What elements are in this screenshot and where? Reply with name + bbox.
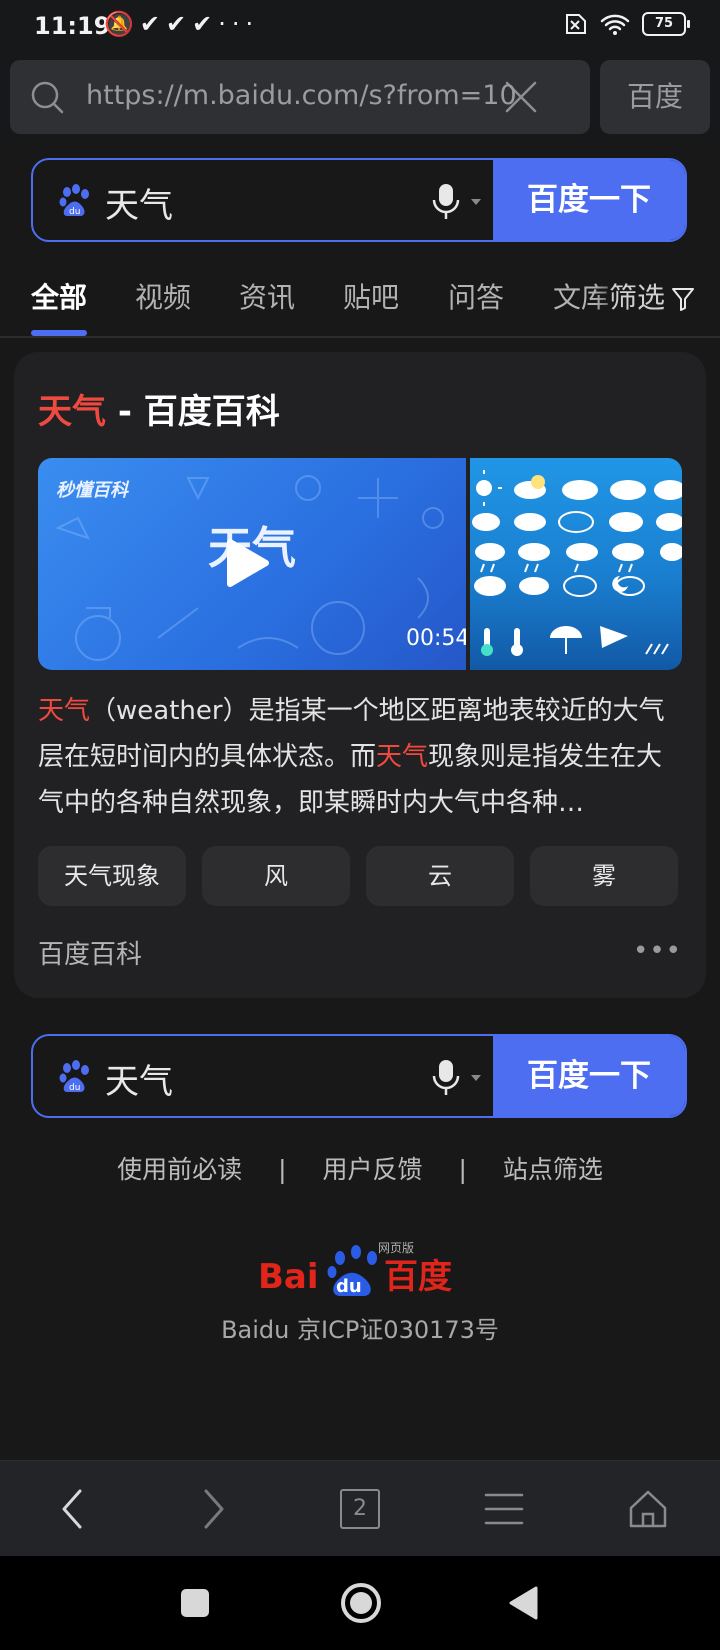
footer-separator: | xyxy=(458,1155,467,1184)
search-box[interactable]: du 天气 百度一下 xyxy=(31,158,687,242)
footer-link-site-filter[interactable]: 站点筛选 xyxy=(503,1155,603,1184)
tab-tieba[interactable]: 贴吧 xyxy=(343,276,399,316)
check-icon: ✔ xyxy=(192,10,219,38)
more-options-icon[interactable]: ••• xyxy=(633,936,682,966)
bottom-search-input[interactable]: 天气 xyxy=(105,1054,173,1103)
system-navigation-bar xyxy=(0,1556,720,1650)
svg-text:du: du xyxy=(69,207,80,217)
check-icon: ✔ xyxy=(166,10,193,38)
bottom-search-box[interactable]: du 天气 百度一下 xyxy=(31,1034,687,1118)
svg-text:百度: 百度 xyxy=(384,1257,452,1297)
baidu-logo: Bai du 百度 网页版 xyxy=(258,1241,452,1297)
icp-license: Baidu 京ICP证030173号 xyxy=(221,1316,499,1344)
result-source[interactable]: 百度百科 xyxy=(38,934,142,971)
back-arrow-icon xyxy=(62,1489,82,1529)
tab-count: 2 xyxy=(340,1489,380,1529)
footer-link-guide[interactable]: 使用前必读 xyxy=(117,1155,242,1184)
chip-weather-phenomena[interactable]: 天气现象 xyxy=(38,846,186,906)
footer-links: 使用前必读 | 用户反馈 | 站点筛选 xyxy=(0,1150,720,1186)
baidu-paw-icon: du xyxy=(59,1060,89,1093)
svg-text:du: du xyxy=(336,1276,362,1297)
video-thumbnail[interactable]: 秒懂百科 天气 00:54 xyxy=(38,458,466,670)
more-notifications-icon: ··· xyxy=(218,10,260,38)
search-button[interactable]: 百度一下 xyxy=(493,160,685,240)
video-watermark: 秒懂百科 xyxy=(56,480,128,501)
footer-link-feedback[interactable]: 用户反馈 xyxy=(322,1155,422,1184)
wifi-icon xyxy=(600,14,630,35)
tab-qa[interactable]: 问答 xyxy=(448,276,504,316)
search-icon xyxy=(31,81,64,114)
chip-wind[interactable]: 风 xyxy=(202,846,350,906)
forward-button[interactable] xyxy=(164,1461,264,1557)
url-text[interactable]: https://m.baidu.com/s?from=1011 xyxy=(86,80,516,111)
svg-text:du: du xyxy=(69,1083,80,1093)
system-back-icon[interactable] xyxy=(508,1586,538,1620)
search-input[interactable]: 天气 xyxy=(105,178,173,227)
result-card: 天气 - 百度百科 秒懂百科 天气 00:54 天气（weather）是指某一个… xyxy=(14,352,706,998)
video-duration: 00:54 xyxy=(406,626,466,651)
chip-fog[interactable]: 雾 xyxy=(530,846,678,906)
result-description: 天气（weather）是指某一个地区距离地表较近的大气层在短时间内的具体状态。而… xyxy=(38,696,665,818)
filter-icon xyxy=(672,288,694,311)
logo-badge: 网页版 xyxy=(378,1241,414,1255)
tab-all[interactable]: 全部 xyxy=(31,276,87,316)
home-button[interactable] xyxy=(598,1461,698,1557)
no-sim-icon xyxy=(566,14,586,34)
menu-icon xyxy=(484,1493,524,1525)
recent-apps-icon[interactable] xyxy=(180,1588,210,1618)
microphone-icon[interactable] xyxy=(429,1060,489,1096)
browser-toolbar: 2 xyxy=(0,1460,720,1557)
related-chips: 天气现象 风 云 雾 xyxy=(38,846,686,906)
tab-news[interactable]: 资讯 xyxy=(239,276,295,316)
check-icon: ✔ xyxy=(139,10,166,38)
filter-label: 筛选 xyxy=(609,281,666,314)
play-icon[interactable] xyxy=(226,538,270,588)
active-tab-indicator xyxy=(31,330,87,336)
svg-text:Bai: Bai xyxy=(258,1257,319,1297)
notification-icons: 🔕✔✔✔··· xyxy=(104,10,259,38)
tab-video[interactable]: 视频 xyxy=(135,276,191,316)
bottom-search-button[interactable]: 百度一下 xyxy=(493,1036,685,1116)
mute-bell-icon: 🔕 xyxy=(104,10,140,38)
back-button[interactable] xyxy=(22,1461,122,1557)
baidu-paw-icon: du xyxy=(59,184,89,217)
weather-icons-grid xyxy=(470,470,682,656)
battery-icon: 75 xyxy=(642,12,690,36)
tabs-button[interactable]: 2 xyxy=(310,1461,410,1557)
filter-button[interactable]: 筛选 xyxy=(595,268,720,332)
home-circle-icon[interactable] xyxy=(340,1582,382,1624)
footer-separator: | xyxy=(278,1155,287,1184)
forward-arrow-icon xyxy=(204,1489,224,1529)
search-tabs: 全部 视频 资讯 贴吧 问答 文库 筛选 xyxy=(0,268,720,338)
result-title[interactable]: 天气 - 百度百科 xyxy=(38,384,280,433)
home-icon xyxy=(629,1490,667,1528)
system-icons: 75 xyxy=(562,12,690,36)
menu-button[interactable] xyxy=(454,1461,554,1557)
microphone-icon[interactable] xyxy=(429,184,489,220)
chip-cloud[interactable]: 云 xyxy=(366,846,514,906)
status-time: 11:19 xyxy=(34,12,111,40)
site-button[interactable]: 百度 xyxy=(600,60,710,134)
weather-icons-image[interactable] xyxy=(470,458,682,670)
